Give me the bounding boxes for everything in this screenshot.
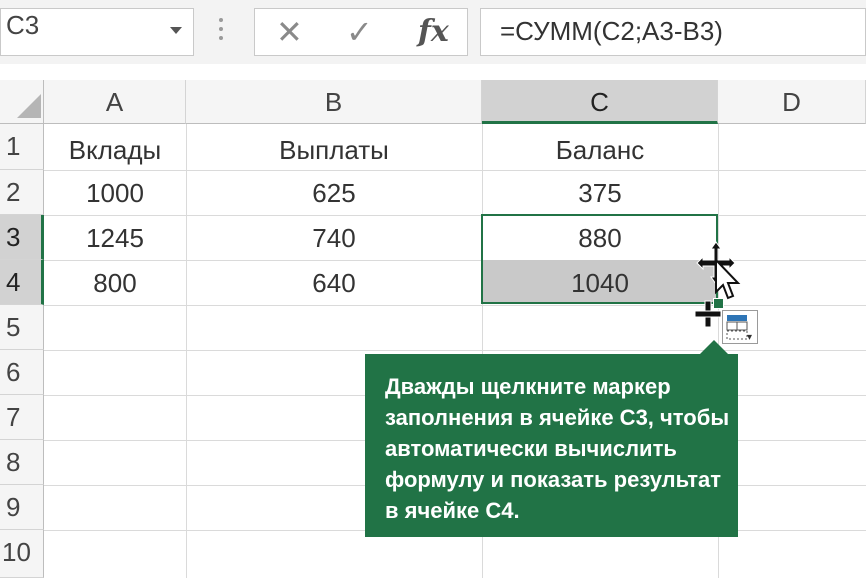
resize-grip-icon[interactable] bbox=[219, 18, 225, 48]
cell-b2[interactable]: 625 bbox=[186, 171, 482, 215]
cell-a3[interactable]: 1245 bbox=[44, 216, 186, 260]
fx-icon[interactable]: fx bbox=[418, 14, 449, 49]
selection-border bbox=[481, 214, 718, 304]
cell-a4[interactable]: 800 bbox=[44, 261, 186, 305]
cell-b4[interactable]: 640 bbox=[186, 261, 482, 305]
cell-b3[interactable]: 740 bbox=[186, 216, 482, 260]
row-header-8[interactable]: 8 bbox=[0, 440, 44, 485]
formula-text: =СУММ(C2;A3-B3) bbox=[500, 16, 723, 46]
autofill-options-button[interactable]: ▾ bbox=[722, 310, 758, 344]
chevron-down-icon[interactable] bbox=[170, 27, 182, 34]
close-icon[interactable]: ✕ bbox=[276, 16, 303, 48]
move-cursor-icon bbox=[696, 241, 741, 300]
column-header-a[interactable]: A bbox=[44, 80, 186, 124]
row-header-2[interactable]: 2 bbox=[0, 170, 44, 215]
name-box-value: C3 bbox=[6, 10, 40, 40]
column-header-d[interactable]: D bbox=[718, 80, 866, 124]
row-header-5[interactable]: 5 bbox=[0, 305, 44, 350]
column-header-c[interactable]: C bbox=[482, 80, 718, 124]
row-header-10[interactable]: 10 bbox=[0, 530, 44, 578]
cell-a1[interactable]: Вклады bbox=[44, 128, 186, 172]
cell-a2[interactable]: 1000 bbox=[44, 171, 186, 215]
row-header-6[interactable]: 6 bbox=[0, 350, 44, 395]
hint-tooltip-text: Дважды щелкните маркер заполнения в ячей… bbox=[385, 374, 730, 523]
cell-c2[interactable]: 375 bbox=[482, 171, 718, 215]
select-all-triangle-icon bbox=[17, 94, 41, 118]
row-header-7[interactable]: 7 bbox=[0, 395, 44, 440]
gridline bbox=[44, 305, 866, 306]
autofill-options-icon: ▾ bbox=[726, 315, 752, 343]
crosshair-cursor-icon bbox=[694, 300, 722, 328]
row-header-1[interactable]: 1 bbox=[0, 124, 44, 170]
tooltip-pointer bbox=[700, 340, 728, 354]
gridline bbox=[44, 350, 866, 351]
cell-c1[interactable]: Баланс bbox=[482, 128, 718, 172]
column-header-b[interactable]: B bbox=[186, 80, 482, 124]
row-header-4[interactable]: 4 bbox=[0, 260, 44, 305]
row-header-9[interactable]: 9 bbox=[0, 485, 44, 530]
row-header-3[interactable]: 3 bbox=[0, 215, 44, 260]
cell-b1[interactable]: Выплаты bbox=[186, 128, 482, 172]
svg-text:▾: ▾ bbox=[747, 332, 752, 343]
check-icon[interactable]: ✓ bbox=[346, 16, 373, 48]
